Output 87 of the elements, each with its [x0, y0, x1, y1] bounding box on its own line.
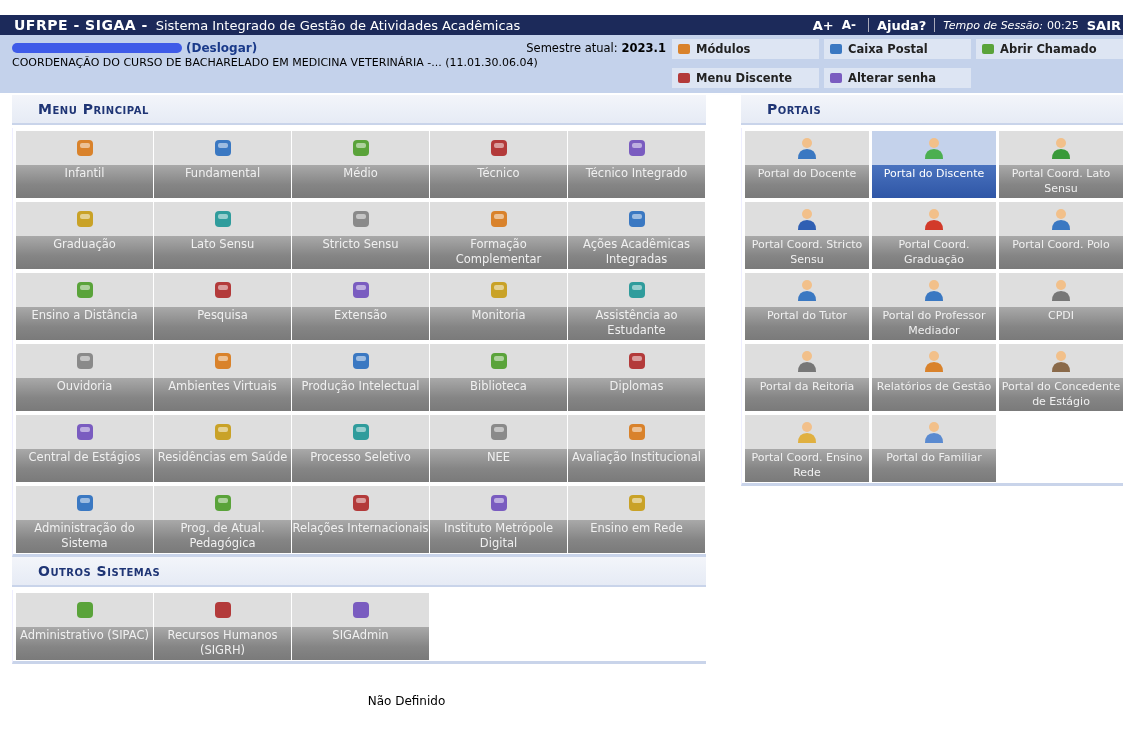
person-icon: [923, 349, 945, 373]
person-icon: [1050, 136, 1072, 160]
session-time: 00:25: [1047, 18, 1079, 32]
module-tile[interactable]: Formação Complementar: [430, 202, 567, 269]
portal-tile[interactable]: Portal Coord. Polo: [999, 202, 1123, 269]
module-tile[interactable]: Residências em Saúde: [154, 415, 291, 482]
module-tile[interactable]: Instituto Metrópole Digital: [430, 486, 567, 553]
person-icon: [796, 207, 818, 231]
portal-tile[interactable]: Portal Coord. Graduação: [872, 202, 996, 269]
section-title: Portais: [767, 101, 822, 117]
person-icon: [796, 349, 818, 373]
status-text: Não Definido: [366, 694, 447, 708]
module-tile[interactable]: Monitoria: [430, 273, 567, 340]
module-tile[interactable]: Relações Internacionais: [292, 486, 429, 553]
person-icon: [923, 278, 945, 302]
module-tile[interactable]: Diplomas: [568, 344, 705, 411]
portal-tile[interactable]: Portal do Concedente de Estágio: [999, 344, 1123, 411]
person-icon: [796, 420, 818, 444]
portal-tile[interactable]: Portal do Tutor: [745, 273, 869, 340]
person-icon: [1050, 278, 1072, 302]
shortcut-icon: [676, 70, 692, 85]
person-icon: [796, 136, 818, 160]
module-tile[interactable]: Biblioteca: [430, 344, 567, 411]
shortcut-button[interactable]: Alterar senha: [824, 67, 971, 88]
module-tile[interactable]: Técnico: [430, 131, 567, 198]
module-tile[interactable]: Infantil: [16, 131, 153, 198]
shortcut-icon: [980, 42, 996, 56]
decrease-font-link[interactable]: A-: [841, 18, 856, 32]
system-title: Sistema Integrado de Gestão de Atividades Acadêmicas: [155, 17, 521, 33]
portal-tile[interactable]: Portal Coord. Lato Sensu: [999, 131, 1123, 198]
increase-font-link[interactable]: A+: [812, 17, 834, 33]
shortcut-button[interactable]: Abrir Chamado: [976, 39, 1123, 59]
portal-tile[interactable]: Portal do Docente: [745, 131, 869, 198]
module-tile[interactable]: Ouvidoria: [16, 344, 153, 411]
module-tile[interactable]: Técnico Integrado: [568, 131, 705, 198]
portal-tile[interactable]: CPDI: [999, 273, 1123, 340]
help-link[interactable]: Ajuda?: [876, 17, 927, 33]
portal-tile[interactable]: Portal do Discente: [872, 131, 996, 198]
module-tile[interactable]: Médio: [292, 131, 429, 198]
system-tile[interactable]: Recursos Humanos (SIGRH): [154, 593, 291, 660]
module-tile[interactable]: Pesquisa: [154, 273, 291, 340]
shortcut-icon: [828, 42, 844, 56]
shortcut-button[interactable]: Módulos: [672, 39, 819, 59]
module-tile[interactable]: Ensino a Distância: [16, 273, 153, 340]
portal-tile[interactable]: Portal do Professor Mediador: [872, 273, 996, 340]
person-icon: [923, 136, 945, 160]
module-tile[interactable]: Prog. de Atual. Pedagógica: [154, 486, 291, 553]
semester-label: Semestre atual:: [526, 41, 618, 55]
section-title: Outros Sistemas: [38, 563, 161, 579]
module-tile[interactable]: NEE: [430, 415, 567, 482]
module-tile[interactable]: Ações Acadêmicas Integradas: [568, 202, 705, 269]
shortcut-button[interactable]: Menu Discente: [672, 67, 819, 88]
module-tile[interactable]: Ambientes Virtuais: [154, 344, 291, 411]
module-tile[interactable]: Assistência ao Estudante: [568, 273, 705, 340]
person-icon: [923, 420, 945, 444]
logout-link[interactable]: (Deslogar): [186, 41, 258, 55]
module-tile[interactable]: Extensão: [292, 273, 429, 340]
portal-tile[interactable]: Portal da Reitoria: [745, 344, 869, 411]
section-title: Menu Principal: [38, 101, 149, 117]
shortcut-icon: [828, 70, 844, 85]
person-icon: [796, 278, 818, 302]
module-tile[interactable]: Graduação: [16, 202, 153, 269]
module-tile[interactable]: Administração do Sistema: [16, 486, 153, 553]
logout-link[interactable]: SAIR: [1086, 17, 1121, 33]
shortcut-button[interactable]: Caixa Postal: [824, 39, 971, 59]
system-tile[interactable]: Administrativo (SIPAC): [16, 593, 153, 660]
module-tile[interactable]: Lato Sensu: [154, 202, 291, 269]
portal-tile[interactable]: Relatórios de Gestão: [872, 344, 996, 411]
module-tile[interactable]: Avaliação Institucional: [568, 415, 705, 482]
module-tile[interactable]: Stricto Sensu: [292, 202, 429, 269]
shortcut-icon: [676, 42, 692, 56]
session-time-label: Tempo de Sessão:: [943, 18, 1043, 32]
person-icon: [1050, 207, 1072, 231]
module-tile[interactable]: Fundamental: [154, 131, 291, 198]
system-brand: UFRPE - SIGAA -: [14, 17, 148, 33]
module-tile[interactable]: Ensino em Rede: [568, 486, 705, 553]
system-tile[interactable]: SIGAdmin: [292, 593, 429, 660]
module-tile[interactable]: Processo Seletivo: [292, 415, 429, 482]
module-tile[interactable]: Central de Estágios: [16, 415, 153, 482]
person-icon: [1050, 349, 1072, 373]
portal-tile[interactable]: Portal Coord. Stricto Sensu: [745, 202, 869, 269]
unit-name: COORDENAÇÃO DO CURSO DE BACHARELADO EM MEDICINA VETERINÁRIA -... (11.01.30.06.04): [12, 56, 539, 69]
person-icon: [923, 207, 945, 231]
module-tile[interactable]: Produção Intelectual: [292, 344, 429, 411]
portal-tile[interactable]: Portal do Familiar: [872, 415, 996, 482]
semester-value: 2023.1: [621, 41, 666, 55]
portal-tile[interactable]: Portal Coord. Ensino Rede: [745, 415, 869, 482]
